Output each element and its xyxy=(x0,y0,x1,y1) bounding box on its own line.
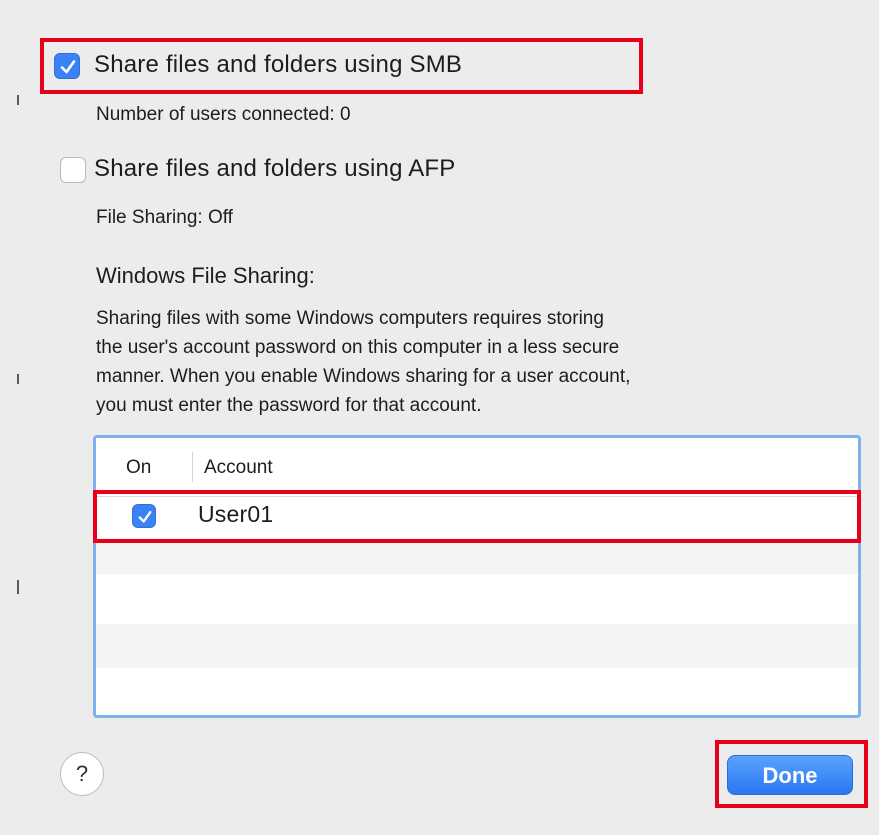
afp-checkbox[interactable] xyxy=(60,157,86,183)
window-edge-mark xyxy=(17,580,19,594)
table-row-empty xyxy=(96,624,858,668)
accounts-table[interactable]: On Account User01 xyxy=(93,435,861,718)
smb-checkbox[interactable] xyxy=(54,53,80,79)
window-edge-mark xyxy=(17,95,19,105)
table-header: On Account xyxy=(96,438,858,497)
description-line: Sharing files with some Windows computer… xyxy=(96,308,604,329)
description-line: the user's account password on this comp… xyxy=(96,337,620,358)
afp-label[interactable]: Share files and folders using AFP xyxy=(94,155,455,183)
table-row-empty xyxy=(96,538,858,574)
smb-status-text: Number of users connected: 0 xyxy=(96,104,351,125)
description-line: manner. When you enable Windows sharing … xyxy=(96,366,631,387)
table-row[interactable]: User01 xyxy=(96,498,858,534)
column-header-on[interactable]: On xyxy=(126,457,151,479)
help-button[interactable]: ? xyxy=(60,752,104,796)
column-divider xyxy=(192,452,193,482)
windows-sharing-heading: Windows File Sharing: xyxy=(96,263,315,288)
description-line: you must enter the password for that acc… xyxy=(96,395,482,416)
checkmark-icon xyxy=(60,60,76,74)
windows-sharing-description: Sharing files with some Windows computer… xyxy=(96,304,836,420)
column-header-account[interactable]: Account xyxy=(204,457,273,479)
checkmark-icon xyxy=(138,510,152,523)
question-mark-icon: ? xyxy=(75,761,89,786)
afp-status-text: File Sharing: Off xyxy=(96,207,233,228)
smb-label[interactable]: Share files and folders using SMB xyxy=(94,51,462,79)
account-name: User01 xyxy=(198,501,274,527)
table-row-empty xyxy=(96,578,858,614)
window-edge-mark xyxy=(17,374,19,384)
file-sharing-options-panel: Share files and folders using SMB Number… xyxy=(10,0,879,835)
table-row-empty xyxy=(96,668,858,704)
user01-enable-checkbox[interactable] xyxy=(132,504,156,528)
done-button[interactable]: Done xyxy=(727,755,853,795)
